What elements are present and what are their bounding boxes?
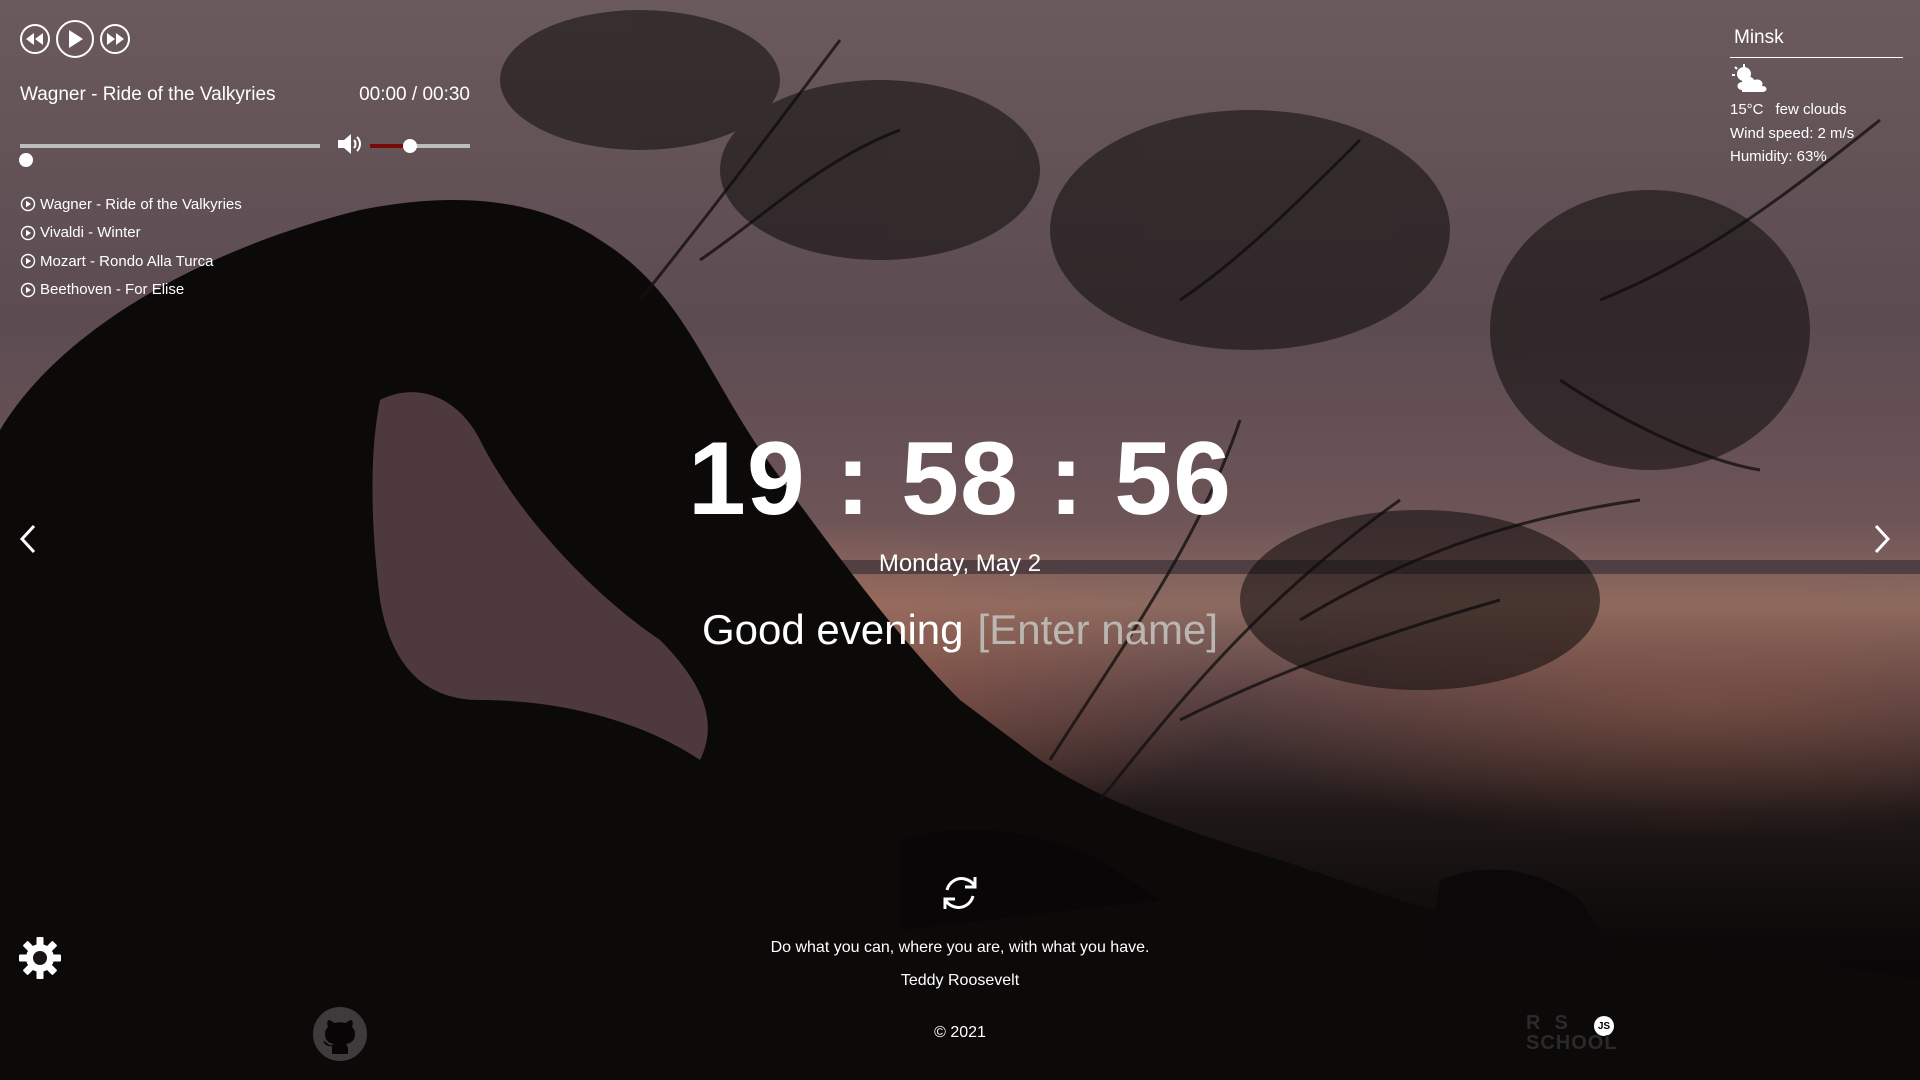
quote-text: Do what you can, where you are, with wha… <box>770 939 1150 956</box>
greeting-text: Good evening <box>701 606 964 653</box>
volume-icon <box>338 134 361 154</box>
name-input[interactable]: [Enter name] <box>978 606 1218 653</box>
gear-icon <box>19 937 61 979</box>
playlist-item[interactable]: Vivaldi - Winter <box>20 219 470 248</box>
playlist-item[interactable]: Wagner - Ride of the Valkyries <box>20 190 470 219</box>
rewind-icon <box>26 33 43 45</box>
fast-forward-icon <box>107 33 124 45</box>
current-track-title: Wagner - Ride of the Valkyries <box>20 84 276 105</box>
player-bars <box>19 130 470 167</box>
play-circle-icon <box>20 254 36 269</box>
playlist-item-label: Beethoven - For Elise <box>40 281 185 299</box>
change-quote-button[interactable] <box>939 874 981 917</box>
volume-slider[interactable] <box>370 139 470 153</box>
playlist: Wagner - Ride of the Valkyries Vivaldi -… <box>20 190 470 304</box>
play-circle-icon <box>20 225 36 240</box>
clock-date: Monday, May 2 <box>878 550 1042 577</box>
audio-player: Wagner - Ride of the Valkyries 00:00 / 0… <box>19 20 470 304</box>
settings-button[interactable] <box>18 936 62 985</box>
clock-time: 19 : 58 : 56 <box>688 421 1232 537</box>
quote-author: Teddy Roosevelt <box>900 972 1020 989</box>
logo-line-2: SCHOOL <box>1526 1032 1618 1054</box>
playlist-item-label: Vivaldi - Winter <box>40 224 141 242</box>
city-input[interactable]: Minsk <box>1730 24 1903 58</box>
weather-description: few clouds <box>1775 101 1847 118</box>
volume-button[interactable] <box>338 133 364 160</box>
previous-track-button[interactable] <box>20 24 50 54</box>
play-button[interactable] <box>56 20 94 58</box>
play-circle-icon <box>20 282 36 297</box>
playlist-item[interactable]: Beethoven - For Elise <box>20 276 470 305</box>
playlist-item-label: Wagner - Ride of the Valkyries <box>40 195 242 213</box>
greeting-container: Good evening [Enter name] <box>0 606 1920 654</box>
next-track-button[interactable] <box>100 24 130 54</box>
player-controls <box>20 20 470 58</box>
progress-bar[interactable] <box>19 144 320 167</box>
few-clouds-icon <box>1732 64 1900 98</box>
wind-speed: Wind speed: 2 m/s <box>1730 124 1855 142</box>
volume-handle[interactable] <box>403 139 417 153</box>
playlist-item-label: Mozart - Rondo Alla Turca <box>40 252 214 270</box>
weather-temperature: 15°C <box>1730 101 1764 118</box>
playlist-item[interactable]: Mozart - Rondo Alla Turca <box>20 247 470 276</box>
humidity: Humidity: 63% <box>1730 148 1827 165</box>
progress-handle[interactable] <box>19 153 33 167</box>
rs-school-logo[interactable]: RS JS SCHOOL <box>1526 1012 1636 1058</box>
weather-widget: Minsk 15°C few clouds Wind speed: 2 m/s H… <box>1730 24 1903 169</box>
play-icon <box>69 30 83 48</box>
track-time: 00:00 / 00:30 <box>359 84 470 105</box>
play-circle-icon <box>20 197 36 212</box>
refresh-icon <box>943 877 977 909</box>
track-info: Wagner - Ride of the Valkyries 00:00 / 0… <box>20 84 470 106</box>
